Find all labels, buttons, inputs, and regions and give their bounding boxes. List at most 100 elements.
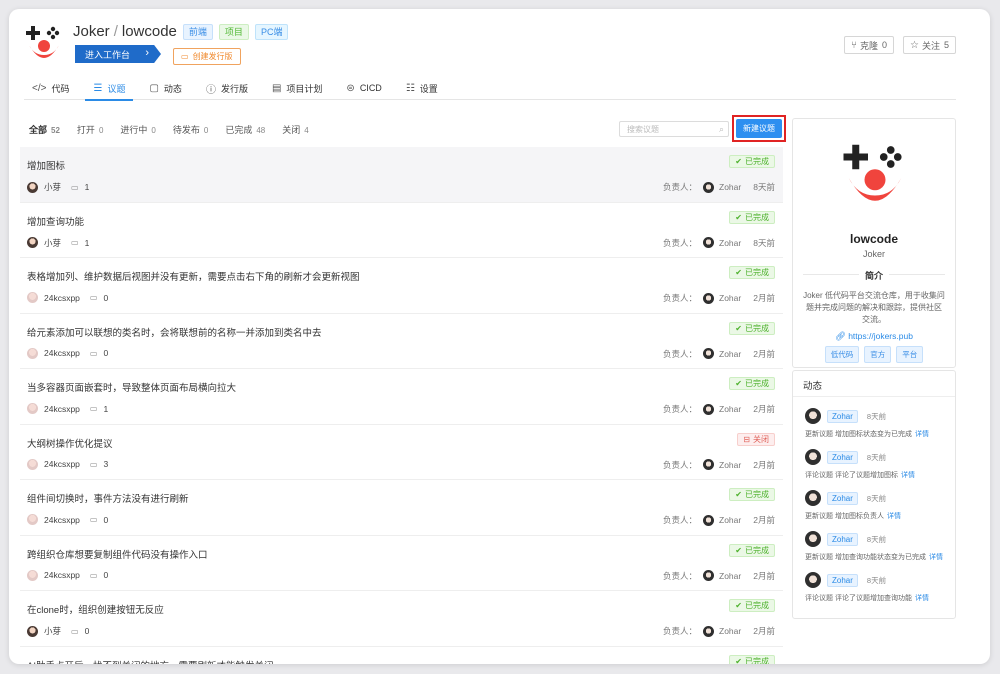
avatar — [703, 625, 715, 637]
issue-assignee: 负责人： Zohar — [663, 237, 742, 248]
issue-assignee: 负责人： Zohar — [663, 348, 742, 359]
issue-title[interactable]: 给元素添加可以联想的类名时，会将联想前的名称一并添加到类名中去 — [27, 325, 322, 339]
repo-name-link[interactable]: lowcode — [122, 23, 177, 40]
avatar — [27, 292, 38, 303]
project-tag: 官方 — [864, 346, 892, 363]
issue-author[interactable]: 小芽 — [44, 237, 61, 249]
status-badge: ✔ 已完成 — [729, 377, 775, 390]
issue-row[interactable]: 增加查询功能 ✔ 已完成 小芽 ▭ 1 负责人： Zohar 8天前 — [20, 203, 783, 258]
project-tags: 低代码 官方 平台 — [793, 346, 955, 363]
issue-filters: 全部 52 打开 0 进行中 0 待发布 0 已完成 48 关闭 4 — [29, 123, 326, 136]
status-badge: ✔ 已完成 — [729, 155, 775, 168]
tab-cicd[interactable]: ⊜ CICD — [338, 76, 389, 100]
project-website-link[interactable]: 🔗︎ https://jokers.pub — [793, 331, 955, 342]
issue-author[interactable]: 24kcsxpp — [44, 459, 80, 469]
issue-title[interactable]: 表格增加列、维护数据后视图并没有更新，需要点击右下角的刷新才会更新视图 — [27, 269, 360, 283]
issue-assignee: 负责人： Zohar — [663, 570, 742, 581]
issue-author[interactable]: 24kcsxpp — [44, 348, 80, 358]
issue-row[interactable]: 增加图标 ✔ 已完成 小芽 ▭ 1 负责人： Zohar 8天前 — [20, 147, 783, 203]
divider — [793, 396, 955, 397]
issue-row[interactable]: 在clone时，组织创建按钮无反应 ✔ 已完成 小芽 ▭ 0 负责人： Zoha… — [20, 591, 783, 647]
tab-issues[interactable]: ☰ 议题 — [85, 76, 134, 101]
repo-tag: PC端 — [254, 23, 289, 40]
activity-text: 更新议题 增加图标负责人 — [805, 513, 884, 520]
status-badge: ✔ 已完成 — [729, 321, 775, 335]
comment-count: 0 — [103, 292, 109, 303]
activity-details-link[interactable]: 详情 — [915, 595, 929, 602]
issue-title[interactable]: 当多容器页面嵌套时，导致整体页面布局横向拉大 — [27, 380, 236, 394]
issue-assignee: 负责人： Zohar — [663, 459, 742, 470]
status-badge: ✔ 已完成 — [729, 266, 775, 279]
issue-title[interactable]: 增加图标 — [27, 158, 65, 172]
activity-user[interactable]: Zohar — [827, 450, 858, 464]
issue-row[interactable]: 大纲树操作优化提议 ⊟ 关闭 24kcsxpp ▭ 3 负责人： Zohar 2… — [20, 425, 783, 480]
issue-row[interactable]: 组件间切换时，事件方法没有进行刷新 ✔ 已完成 24kcsxpp ▭ 0 负责人… — [20, 480, 783, 536]
issue-author[interactable]: 小芽 — [44, 181, 61, 193]
issue-search-input[interactable]: 搜索议题 ⌕ — [619, 121, 729, 137]
follow-button[interactable]: ☆ 关注 5 — [903, 36, 956, 54]
avatar — [703, 292, 715, 304]
enter-workbench-button[interactable]: 进入工作台 › — [75, 45, 161, 63]
issue-row[interactable]: 给元素添加可以联想的类名时，会将联想前的名称一并添加到类名中去 ✔ 已完成 24… — [20, 314, 783, 369]
issue-title[interactable]: 在clone时，组织创建按钮无反应 — [27, 602, 164, 616]
activity-user[interactable]: Zohar — [827, 532, 858, 546]
activity-details-link[interactable]: 详情 — [915, 431, 929, 438]
issue-title[interactable]: 大纲树操作优化提议 — [27, 436, 113, 450]
repo-owner-link[interactable]: Joker — [73, 23, 110, 40]
filter-completed[interactable]: 已完成 48 — [225, 123, 265, 136]
table-icon: ▤ — [271, 82, 282, 94]
chat-icon: ▢ — [149, 82, 159, 94]
issue-title[interactable]: 组件间切换时，事件方法没有进行刷新 — [27, 491, 189, 505]
filter-in-progress[interactable]: 进行中 0 — [120, 123, 155, 136]
activity-user[interactable]: Zohar — [827, 491, 858, 505]
activity-details-link[interactable]: 详情 — [901, 472, 915, 479]
filter-pending-release[interactable]: 待发布 0 — [173, 123, 208, 136]
issue-meta: 小芽 ▭ 0 — [27, 625, 89, 637]
issue-author[interactable]: 24kcsxpp — [44, 515, 80, 525]
issue-row[interactable]: 跨组织仓库想要复制组件代码没有操作入口 ✔ 已完成 24kcsxpp ▭ 0 负… — [20, 536, 783, 591]
avatar — [27, 181, 38, 193]
activity-details-link[interactable]: 详情 — [929, 554, 943, 561]
issue-meta: 小芽 ▭ 1 — [27, 181, 89, 193]
tab-project-plan[interactable]: ▤ 项目计划 — [264, 76, 330, 100]
issue-row[interactable]: 表格增加列、维护数据后视图并没有更新，需要点击右下角的刷新才会更新视图 ✔ 已完… — [20, 258, 783, 314]
avatar — [805, 531, 821, 547]
avatar — [27, 569, 38, 581]
avatar — [703, 348, 715, 359]
comment-icon: ▭ — [71, 626, 79, 636]
project-owner: Joker — [862, 249, 885, 259]
repo-tag: 前端 — [182, 23, 213, 40]
issue-author[interactable]: 24kcsxpp — [44, 293, 80, 303]
issue-row[interactable]: AI助手点开后，找不到关闭的地方，需要刷新才能触发关闭 ✔ 已完成 — [20, 647, 783, 665]
activity-user[interactable]: Zohar — [827, 409, 858, 423]
activity-text: 更新议题 增加查询功能状态变为已完成 — [805, 554, 926, 561]
comment-count: 3 — [103, 459, 109, 469]
check-circle-icon: ✔ — [735, 656, 742, 665]
issue-author[interactable]: 24kcsxpp — [44, 570, 80, 580]
issue-meta: 24kcsxpp ▭ 0 — [27, 292, 108, 303]
new-issue-button[interactable]: 新建议题 — [736, 119, 782, 138]
issue-title[interactable]: 增加查询功能 — [27, 214, 84, 228]
tab-code[interactable]: </> 代码 — [24, 76, 77, 100]
activity-user[interactable]: Zohar — [827, 573, 858, 587]
clone-button[interactable]: ⑂ 克隆 0 — [843, 36, 894, 54]
filter-all[interactable]: 全部 52 — [29, 123, 60, 136]
tab-settings[interactable]: ☷ 设置 — [398, 76, 446, 100]
joker-logo-icon — [843, 144, 902, 201]
issue-assignee: 负责人： Zohar — [663, 625, 742, 637]
app-window: Joker / lowcode 前端 项目 PC端 进入工作台 › ▭ 创建发行… — [9, 9, 990, 664]
tab-activity[interactable]: ▢ 动态 — [141, 76, 189, 100]
issue-title[interactable]: 跨组织仓库想要复制组件代码没有操作入口 — [27, 547, 208, 561]
filter-closed[interactable]: 关闭 4 — [282, 123, 308, 136]
issue-author[interactable]: 小芽 — [44, 625, 61, 637]
issue-row[interactable]: 当多容器页面嵌套时，导致整体页面布局横向拉大 ✔ 已完成 24kcsxpp ▭ … — [20, 369, 783, 425]
activity-details-link[interactable]: 详情 — [887, 513, 901, 520]
issue-title[interactable]: AI助手点开后，找不到关闭的地方，需要刷新才能触发关闭 — [27, 658, 273, 665]
project-name: lowcode — [849, 232, 898, 246]
tab-releases[interactable]: ⓘ 发行版 — [198, 76, 256, 100]
issue-meta: 24kcsxpp ▭ 3 — [27, 458, 109, 470]
filter-open[interactable]: 打开 0 — [77, 123, 103, 136]
create-release-button[interactable]: ▭ 创建发行版 — [173, 48, 241, 65]
issue-author[interactable]: 24kcsxpp — [44, 404, 80, 414]
avatar — [27, 403, 38, 414]
